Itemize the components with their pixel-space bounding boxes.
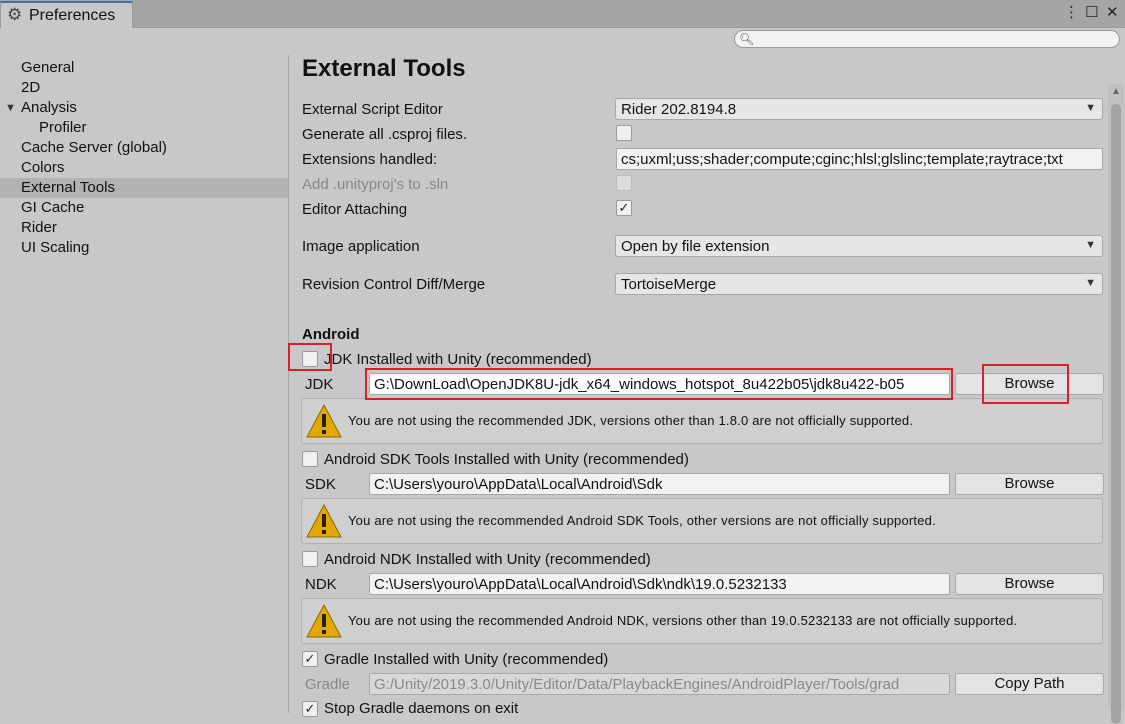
external-script-editor-value: Rider 202.8194.8 [621, 101, 737, 118]
stop-gradle-checkbox[interactable]: ✓ [302, 701, 318, 717]
external-script-editor-label: External Script Editor [302, 101, 443, 118]
ndk-installed-label: Android NDK Installed with Unity (recomm… [324, 551, 651, 568]
add-unityproj-label: Add .unityproj's to .sln [302, 176, 449, 193]
highlight-jdk-checkbox [288, 343, 332, 371]
search-box[interactable]: 🔍︎ [734, 30, 1120, 48]
sidebar-item-colors[interactable]: Colors [0, 158, 288, 178]
sdk-browse-button[interactable]: Browse [955, 473, 1104, 495]
tab-title: Preferences [29, 7, 116, 24]
warning-icon [306, 603, 342, 638]
gradle-path-field: G:/Unity/2019.3.0/Unity/Editor/Data/Play… [369, 673, 950, 695]
gradle-field-label: Gradle [305, 676, 351, 693]
search-icon: 🔍︎ [739, 32, 755, 46]
gear-icon: ⚙ [7, 5, 23, 24]
sdk-installed-checkbox[interactable] [302, 451, 318, 467]
sidebar-item-gi-cache[interactable]: GI Cache [0, 198, 288, 218]
jdk-warning-text: You are not using the recommended JDK, v… [348, 413, 914, 428]
jdk-warning-box: You are not using the recommended JDK, v… [301, 398, 1103, 444]
editor-attaching-label: Editor Attaching [302, 201, 408, 218]
ndk-path-field[interactable]: C:\Users\youro\AppData\Local\Android\Sdk… [369, 573, 950, 595]
sidebar-item-external-tools[interactable]: External Tools [0, 178, 288, 198]
revision-control-dropdown[interactable]: TortoiseMerge ▼ [615, 273, 1103, 295]
sidebar-item-profiler[interactable]: Profiler [0, 118, 288, 138]
scrollbar-thumb[interactable] [1111, 104, 1121, 724]
image-application-label: Image application [302, 238, 420, 255]
chevron-down-icon: ▼ [1085, 277, 1096, 289]
title-bar: ⚙ Preferences ⋮ ☐ ✕ [0, 0, 1125, 28]
highlight-jdk-browse [982, 364, 1069, 404]
scroll-up-arrow-icon[interactable]: ▲ [1111, 86, 1121, 97]
warning-icon [306, 503, 342, 538]
expand-arrow-icon[interactable]: ▼ [5, 98, 16, 118]
sidebar: General 2D ▼ Analysis Profiler Cache Ser… [0, 55, 288, 713]
vertical-scrollbar[interactable]: ▲ [1108, 84, 1124, 724]
sidebar-item-general[interactable]: General [0, 58, 288, 78]
image-application-value: Open by file extension [621, 238, 770, 255]
ndk-installed-checkbox[interactable] [302, 551, 318, 567]
sdk-installed-label: Android SDK Tools Installed with Unity (… [324, 451, 689, 468]
stop-gradle-label: Stop Gradle daemons on exit [324, 700, 519, 717]
gradle-copy-path-button[interactable]: Copy Path [955, 673, 1104, 695]
generate-csproj-label: Generate all .csproj files. [302, 126, 468, 143]
jdk-field-label: JDK [305, 376, 334, 393]
revision-control-value: TortoiseMerge [621, 276, 717, 293]
jdk-installed-label: JDK Installed with Unity (recommended) [324, 351, 592, 368]
sdk-path-field[interactable]: C:\Users\youro\AppData\Local\Android\Sdk [369, 473, 950, 495]
page-title: External Tools [302, 55, 466, 82]
ndk-warning-box: You are not using the recommended Androi… [301, 598, 1103, 644]
sdk-warning-box: You are not using the recommended Androi… [301, 498, 1103, 544]
add-unityproj-checkbox [616, 175, 632, 191]
sidebar-item-rider[interactable]: Rider [0, 218, 288, 238]
sdk-field-label: SDK [305, 476, 336, 493]
chevron-down-icon: ▼ [1085, 102, 1096, 114]
sidebar-item-analysis[interactable]: ▼ Analysis [0, 98, 288, 118]
sdk-warning-text: You are not using the recommended Androi… [348, 513, 936, 528]
android-section-title: Android [302, 326, 360, 343]
gradle-installed-label: Gradle Installed with Unity (recommended… [324, 651, 609, 668]
warning-icon [306, 403, 342, 438]
ndk-warning-text: You are not using the recommended Androi… [348, 613, 1018, 628]
revision-control-label: Revision Control Diff/Merge [302, 276, 486, 293]
editor-attaching-checkbox[interactable]: ✓ [616, 200, 632, 216]
chevron-down-icon: ▼ [1085, 239, 1096, 251]
sidebar-item-ui-scaling[interactable]: UI Scaling [0, 238, 288, 258]
maximize-icon[interactable]: ☐ [1085, 4, 1098, 21]
extensions-handled-label: Extensions handled: [302, 151, 438, 168]
more-options-icon[interactable]: ⋮ [1064, 4, 1079, 21]
gradle-installed-checkbox[interactable]: ✓ [302, 651, 318, 667]
external-script-editor-dropdown[interactable]: Rider 202.8194.8 ▼ [615, 98, 1103, 120]
close-icon[interactable]: ✕ [1106, 4, 1119, 21]
preferences-tab[interactable]: ⚙ Preferences [0, 1, 133, 28]
ndk-browse-button[interactable]: Browse [955, 573, 1104, 595]
generate-csproj-checkbox[interactable] [616, 125, 632, 141]
image-application-dropdown[interactable]: Open by file extension ▼ [615, 235, 1103, 257]
sidebar-item-2d[interactable]: 2D [0, 78, 288, 98]
highlight-jdk-path [365, 368, 953, 400]
extensions-handled-field[interactable]: cs;uxml;uss;shader;compute;cginc;hlsl;gl… [616, 148, 1103, 170]
search-input[interactable] [753, 32, 1113, 46]
sidebar-item-cache-server[interactable]: Cache Server (global) [0, 138, 288, 158]
ndk-field-label: NDK [305, 576, 337, 593]
splitter[interactable] [288, 55, 289, 713]
